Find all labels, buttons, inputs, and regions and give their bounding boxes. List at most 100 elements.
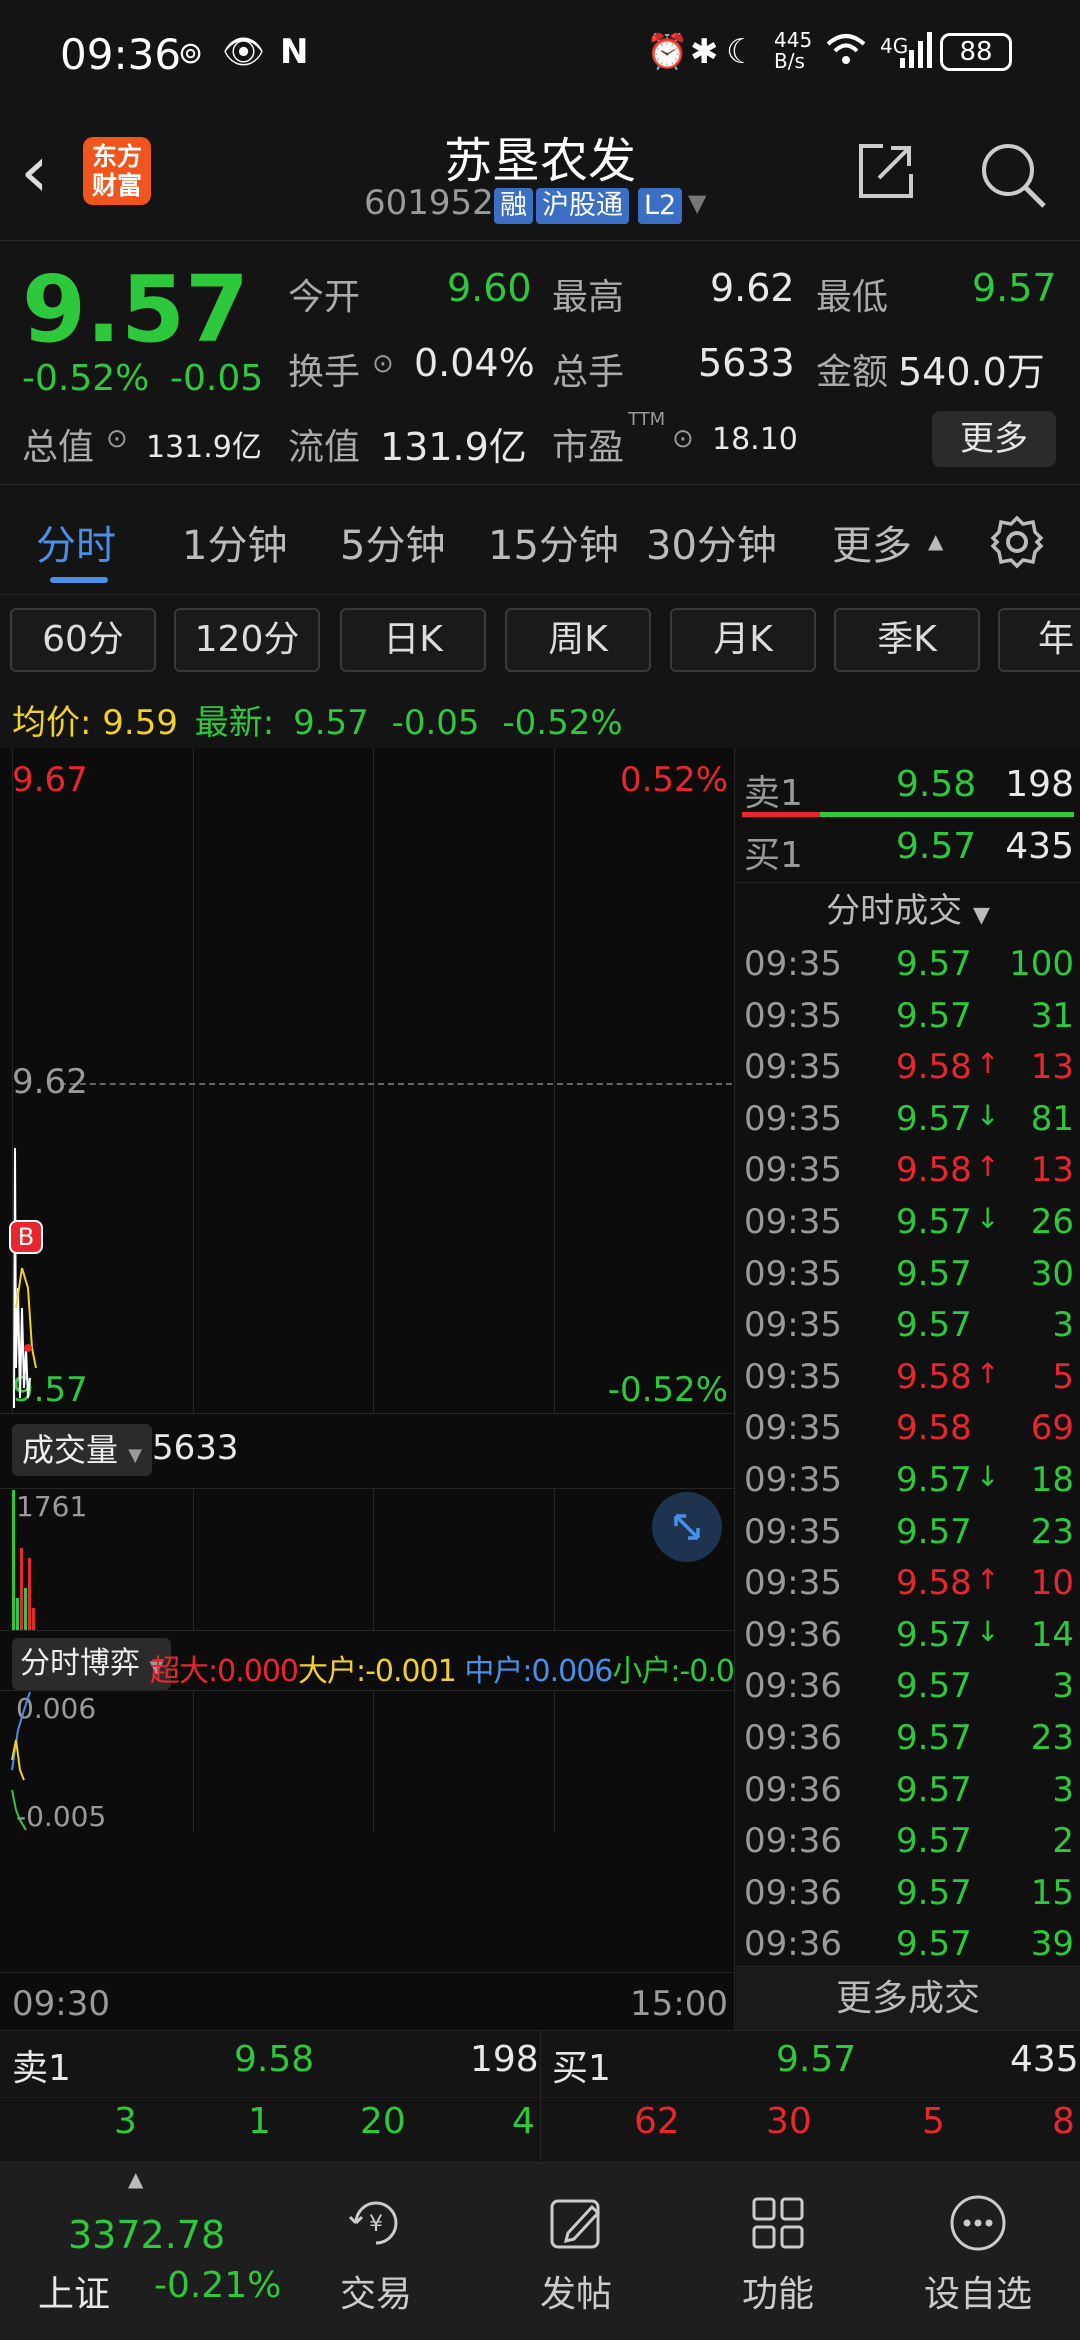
tab-30min[interactable]: 30分钟	[646, 513, 777, 571]
more-button[interactable]: 更多	[932, 411, 1056, 467]
tick-volume: 5	[1052, 1356, 1074, 1397]
tick-volume: 31	[1030, 995, 1074, 1036]
volume-value: 5633	[698, 341, 795, 385]
search-icon[interactable]	[978, 140, 1048, 210]
tick-volume: 23	[1030, 1511, 1074, 1552]
tick-price: 9.57	[896, 1202, 972, 1242]
share-icon[interactable]	[855, 140, 917, 202]
tick-arrow: ↑	[976, 1047, 1000, 1081]
tick-arrow: ↑	[976, 1150, 1000, 1184]
tick-volume: 26	[1030, 1202, 1074, 1242]
tick-price: 9.57	[896, 1924, 972, 1965]
float-value: 131.9亿	[380, 425, 527, 469]
tab-more[interactable]: 更多	[832, 513, 912, 571]
tick-volume: 2	[1052, 1821, 1074, 1862]
tick-row: 09:35 9.57 30	[736, 1250, 1080, 1302]
tick-row: 09:35 9.57 100	[736, 940, 1080, 992]
tick-row: 09:36 9.57 3	[736, 1766, 1080, 1818]
period-buttons: 60分 120分 日K 周K 月K 季K 年	[0, 600, 1080, 680]
period-week[interactable]: 周K	[505, 608, 651, 672]
avg-price-label: 均价:	[12, 703, 92, 743]
info-line: 均价: 9.59 最新: 9.57 -0.05 -0.52%	[12, 695, 623, 744]
bid-count: 30	[766, 2101, 812, 2142]
latest-change: -0.05	[391, 703, 480, 743]
nfc-icon: N	[280, 32, 309, 72]
game-selector[interactable]: 分时博弈 ▼	[12, 1638, 172, 1690]
quote-panel: 9.57 -0.52% -0.05 总值 ⊙ 131.9亿 今开 9.60 最高…	[0, 240, 1080, 485]
tick-time: 09:36	[744, 1666, 842, 1707]
battery-indicator: 88	[940, 33, 1012, 71]
ask-count: 3	[114, 2101, 137, 2142]
turnover-label: 换手	[288, 352, 361, 393]
info-icon[interactable]: ⊙	[672, 424, 694, 454]
tick-price: 9.57	[896, 1614, 972, 1655]
mktcap-value: 131.9亿	[146, 430, 262, 465]
info-icon[interactable]: ⊙	[372, 349, 394, 379]
nav-post[interactable]: 发帖	[496, 2163, 656, 2340]
back-icon[interactable]: ‹	[20, 135, 49, 207]
tick-row: 09:36 9.57 15	[736, 1869, 1080, 1921]
ask-ratio-bar	[742, 812, 820, 817]
grid-line	[554, 1488, 555, 1630]
index-ticker[interactable]: ▲ 3372.78 上证 -0.21%	[0, 2163, 281, 2340]
period-month[interactable]: 月K	[670, 608, 816, 672]
intraday-chart[interactable]: 9.67 0.52% 9.62 9.57 -0.52% B 成交量 ▼ 5633…	[0, 748, 771, 2030]
tick-price: 9.57	[896, 1666, 972, 1707]
tick-volume: 10	[1030, 1563, 1074, 1604]
bid1-row: 买1 9.57 435	[736, 820, 1080, 880]
nav-trade[interactable]: ¥ 交易	[296, 2163, 456, 2340]
tick-arrow: ↑	[976, 1356, 1000, 1390]
period-quarter[interactable]: 季K	[834, 608, 980, 672]
period-60min[interactable]: 60分	[10, 608, 156, 672]
tick-time: 09:35	[744, 944, 842, 984]
pe-label: 市盈	[552, 427, 625, 468]
big-label: 大户:	[298, 1654, 366, 1689]
info-icon[interactable]: ⊙	[106, 424, 128, 454]
eye-icon: 👁	[222, 32, 266, 72]
tick-price: 9.57	[896, 944, 972, 984]
tick-volume: 23	[1030, 1718, 1074, 1758]
tab-timeshare[interactable]: 分时	[36, 513, 116, 571]
index-value: 3372.78	[68, 2213, 226, 2257]
ticks-header[interactable]: 分时成交 ▼	[736, 884, 1080, 943]
bid-ratio-bar	[820, 812, 1074, 817]
tick-time: 09:35	[744, 1305, 842, 1346]
tick-row: 09:36 9.57 3	[736, 1662, 1080, 1714]
ask-count: 1	[248, 2101, 271, 2142]
tag-dropdown-icon[interactable]: ▼	[688, 189, 706, 217]
wifi-icon	[826, 32, 866, 77]
tick-price: 9.57	[896, 1872, 972, 1913]
bid-count: 8	[1052, 2101, 1075, 2142]
moon-icon: ☾	[726, 32, 757, 72]
mid-value: 0.006	[531, 1654, 613, 1689]
volume-label: 成交量	[22, 1431, 119, 1469]
chevron-down-icon: ▼	[972, 903, 990, 928]
tick-row: 09:35 9.58 69	[736, 1404, 1080, 1456]
expand-button[interactable]	[652, 1492, 722, 1562]
nav-functions-label: 功能	[741, 2274, 814, 2315]
volume-label: 总手	[552, 352, 625, 393]
stock-code: 601952	[364, 183, 494, 223]
tab-1min[interactable]: 1分钟	[182, 513, 287, 571]
tab-15min[interactable]: 15分钟	[488, 513, 619, 571]
tick-time: 09:36	[744, 1872, 842, 1913]
buy-marker[interactable]: B	[9, 1220, 43, 1254]
gear-icon[interactable]	[990, 515, 1044, 569]
order-book-panel: 卖1 9.58 198 买1 9.57 435 分时成交 ▼ 09:35 9.57…	[736, 748, 1080, 2030]
app-logo[interactable]: 东方财富	[83, 137, 151, 205]
nav-watchlist-label: 设自选	[923, 2274, 1032, 2315]
mid-label: 中户:	[464, 1654, 532, 1689]
volume-selector[interactable]: 成交量 ▼	[12, 1424, 153, 1476]
nav-watchlist[interactable]: 设自选	[898, 2163, 1058, 2340]
grid-line	[554, 748, 555, 1413]
period-day[interactable]: 日K	[340, 608, 486, 672]
grid-line	[0, 1413, 735, 1414]
more-trades-button[interactable]: 更多成交	[736, 1966, 1080, 2030]
period-120min[interactable]: 120分	[174, 608, 320, 672]
chart-tabs: 分时 1分钟 5分钟 15分钟 30分钟 更多 ▲	[0, 485, 1080, 595]
period-year[interactable]: 年	[998, 608, 1080, 672]
game-legend: 超大:0.000大户:-0.001 中户:0.006小户:-0.005	[150, 1646, 771, 1690]
grid-line	[554, 1690, 555, 1832]
tab-5min[interactable]: 5分钟	[340, 513, 445, 571]
nav-functions[interactable]: 功能	[698, 2163, 858, 2340]
